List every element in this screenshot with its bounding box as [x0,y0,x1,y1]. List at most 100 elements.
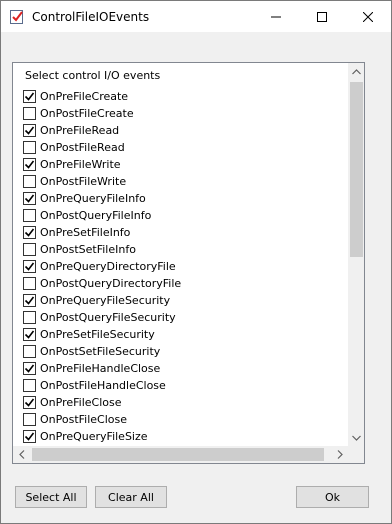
checkmark-icon [24,432,35,441]
list-item[interactable]: OnPostSetFileSecurity [23,343,348,360]
checkbox-checked[interactable] [23,260,36,273]
list-item-label: OnPostFileCreate [40,107,134,120]
checkbox-unchecked[interactable] [23,379,36,392]
list-item[interactable]: OnPostFileRead [23,139,348,156]
chevron-up-icon [352,68,361,74]
chevron-right-icon [337,450,343,459]
list-item[interactable]: OnPreSetFileSecurity [23,326,348,343]
checkbox-unchecked[interactable] [23,175,36,188]
checkbox-checked[interactable] [23,226,36,239]
dialog-window: ControlFileIOEvents Select control I/O e… [0,0,392,524]
list-item-label: OnPreQueryFileInfo [40,192,146,205]
list-item[interactable]: OnPostFileHandleClose [23,377,348,394]
list-item-label: OnPreFileHandleClose [40,362,161,375]
list-item-label: OnPostSetFileSecurity [40,345,161,358]
checkmark-icon [24,228,35,237]
list-item[interactable]: OnPostFileClose [23,411,348,428]
checkbox-checked[interactable] [23,362,36,375]
list-item-label: OnPostFileWrite [40,175,127,188]
list-item[interactable]: OnPostQueryFileInfo [23,207,348,224]
checkbox-checked[interactable] [23,396,36,409]
checkmark-icon [24,296,35,305]
checkmark-icon [24,330,35,339]
minimize-icon [271,16,281,17]
close-icon [363,11,373,22]
list-item[interactable]: OnPreQueryFileSecurity [23,292,348,309]
list-items: OnPreFileCreate OnPostFileCreate OnPreFile… [23,88,348,445]
list-item[interactable]: OnPreQueryDirectoryFile [23,258,348,275]
horizontal-scroll-thumb[interactable] [32,448,324,461]
maximize-icon [317,11,327,22]
maximize-button[interactable] [299,1,345,32]
checkbox-unchecked[interactable] [23,107,36,120]
vertical-scrollbar[interactable] [348,63,364,446]
checkmark-icon [24,262,35,271]
horizontal-scrollbar[interactable] [13,446,348,463]
list-item-label: OnPostQueryFileInfo [40,209,152,222]
minimize-button[interactable] [253,1,299,32]
scroll-down-button[interactable] [348,429,364,446]
list-item[interactable]: OnPreQueryFileSize [23,428,348,445]
list-item[interactable]: OnPostFileWrite [23,173,348,190]
list-item[interactable]: OnPreFileRead [23,122,348,139]
chevron-down-icon [352,435,361,441]
checkbox-unchecked[interactable] [23,243,36,256]
checkmark-icon [24,92,35,101]
checkmark-icon [24,398,35,407]
checkbox-unchecked[interactable] [23,413,36,426]
checkbox-checked[interactable] [23,192,36,205]
list-item[interactable]: OnPreQueryFileInfo [23,190,348,207]
list-item[interactable]: OnPreSetFileInfo [23,224,348,241]
ok-button[interactable]: Ok [296,486,369,508]
checkmark-icon [24,364,35,373]
list-item-label: OnPreSetFileInfo [40,226,131,239]
checkbox-unchecked[interactable] [23,277,36,290]
checkbox-unchecked[interactable] [23,141,36,154]
clear-all-button[interactable]: Clear All [95,486,167,508]
list-item-label: OnPostQueryDirectoryFile [40,277,182,290]
scroll-right-button[interactable] [331,446,348,463]
list-item[interactable]: OnPreFileWrite [23,156,348,173]
checkmark-icon [24,160,35,169]
list-item-label: OnPostFileHandleClose [40,379,166,392]
checkbox-checked[interactable] [23,328,36,341]
list-item-label: OnPreFileClose [40,396,122,409]
select-all-button[interactable]: Select All [15,486,87,508]
list-item-label: OnPreQueryFileSecurity [40,294,171,307]
list-item[interactable]: OnPostSetFileInfo [23,241,348,258]
list-item[interactable]: OnPostQueryFileSecurity [23,309,348,326]
event-list[interactable]: Select control I/O events OnPreFileCreat… [12,62,365,464]
list-item[interactable]: OnPreFileHandleClose [23,360,348,377]
checkbox-checked[interactable] [23,430,36,443]
list-header: Select control I/O events [25,69,161,82]
scroll-up-button[interactable] [348,63,364,80]
list-item-label: OnPostFileClose [40,413,128,426]
checkbox-unchecked[interactable] [23,311,36,324]
title-bar[interactable]: ControlFileIOEvents [1,1,391,32]
vertical-scroll-thumb[interactable] [350,82,363,257]
window-title: ControlFileIOEvents [32,10,150,24]
checkbox-checked[interactable] [23,158,36,171]
list-item-label: OnPostFileRead [40,141,125,154]
list-item-label: OnPostSetFileInfo [40,243,136,256]
scroll-left-button[interactable] [13,446,30,463]
app-checkbox-icon [9,9,25,25]
chevron-left-icon [18,450,24,459]
list-item-label: OnPreFileRead [40,124,120,137]
list-item[interactable]: OnPostQueryDirectoryFile [23,275,348,292]
checkbox-unchecked[interactable] [23,345,36,358]
checkbox-unchecked[interactable] [23,209,36,222]
list-item-label: OnPostQueryFileSecurity [40,311,176,324]
checkbox-checked[interactable] [23,294,36,307]
list-item[interactable]: OnPostFileCreate [23,105,348,122]
list-item-label: OnPreFileCreate [40,90,129,103]
checkbox-checked[interactable] [23,124,36,137]
list-item-label: OnPreSetFileSecurity [40,328,155,341]
list-item[interactable]: OnPreFileCreate [23,88,348,105]
list-item-label: OnPreQueryDirectoryFile [40,260,176,273]
close-button[interactable] [345,1,391,32]
list-item[interactable]: OnPreFileClose [23,394,348,411]
list-item-label: OnPreFileWrite [40,158,121,171]
checkbox-checked[interactable] [23,90,36,103]
checkmark-icon [24,194,35,203]
